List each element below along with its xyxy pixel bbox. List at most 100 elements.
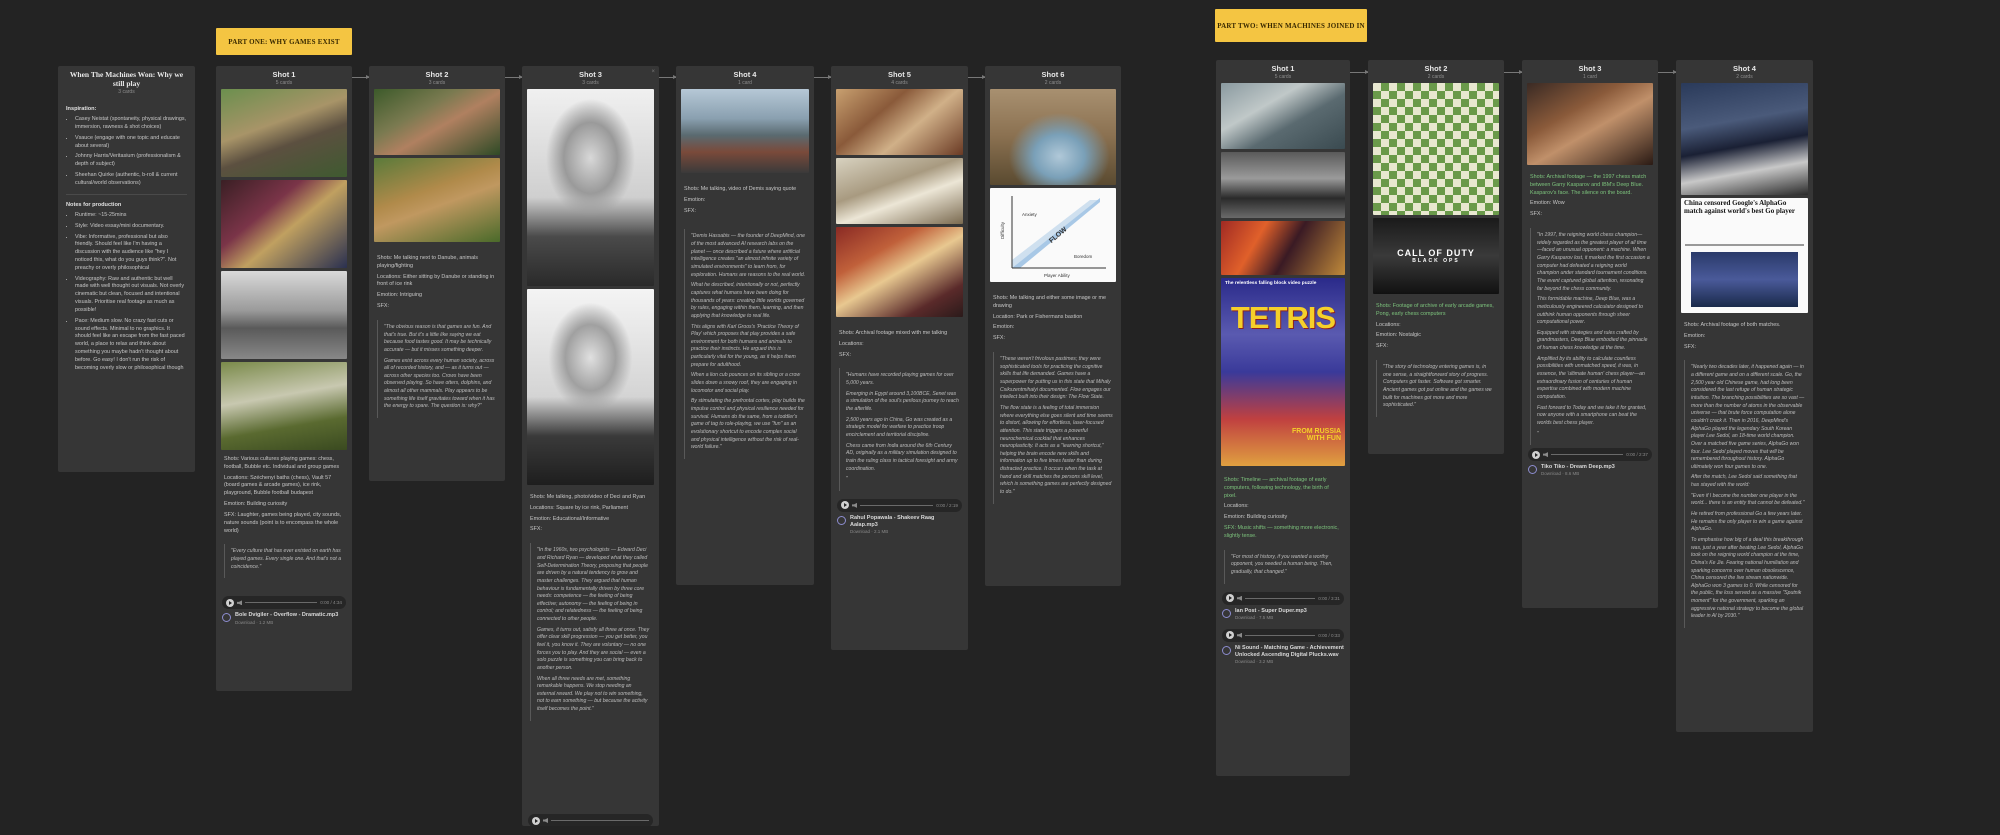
audio-seekbar[interactable] (245, 602, 318, 604)
volume-icon[interactable] (852, 502, 857, 508)
script-quote: "In 1997, the reigning world chess champ… (1530, 228, 1650, 446)
intro-title: When The Machines Won: Why we still play (69, 70, 184, 88)
audio-player[interactable]: 0:00 / 3:31 (1222, 591, 1344, 605)
photo-chess-board-pixel[interactable] (1373, 83, 1499, 215)
audio-seekbar[interactable] (1245, 634, 1316, 636)
photo-football[interactable] (221, 271, 347, 359)
shots-text: Shots: Various cultures playing games: c… (224, 456, 340, 470)
photo-old-men-chess[interactable] (1221, 83, 1345, 149)
photo-arcade-machines[interactable] (1221, 221, 1345, 275)
flow-chart-image[interactable]: Anxiety FLOW Boredom Player Ability Diff… (990, 188, 1116, 282)
audio-file[interactable]: Ian Post - Super Duper.mp3 Download · 7.5… (1222, 608, 1344, 621)
play-icon[interactable] (226, 598, 234, 607)
script-paragraph: "In 1997, the reigning world chess champ… (1537, 232, 1650, 292)
shot-title: Shot 2 (425, 70, 449, 79)
audio-file[interactable]: Rahul Popawala - Shakeev Raag Aalap.mp3 D… (837, 515, 962, 535)
group-label-part-one[interactable]: PART ONE: WHY GAMES EXIST (216, 28, 352, 55)
script-paragraph: "For most of history, if you wanted a wo… (1231, 553, 1333, 576)
photo-indian-chess-painting[interactable] (836, 227, 963, 317)
shot-card-p1-4[interactable]: Shot 41 card Shots: Me talking, video of… (676, 66, 814, 585)
shot-card-p2-3[interactable]: Shot 31 card Shots: Archival footage — t… (1522, 60, 1658, 608)
shot-card-p1-3[interactable]: × Shot 33 cards Shots: Me talking, photo… (522, 66, 659, 826)
script-paragraph: The flow state is a feeling of total imm… (1000, 404, 1113, 496)
card-count: 2 cards (1044, 80, 1062, 86)
play-icon[interactable] (1226, 594, 1234, 603)
audio-file[interactable]: Ni Sound - Matching Game - Achievement U… (1222, 645, 1344, 665)
audio-time: 0:00 / 2:37 (1626, 452, 1648, 458)
emotion-text: Emotion: Intriguing (377, 292, 422, 299)
emotion-text: Emotion: Building curiosity (1224, 514, 1288, 521)
photo-lee-sedol[interactable] (1681, 83, 1808, 195)
photo-richard-ryan[interactable] (527, 289, 654, 485)
photo-early-computer[interactable] (1221, 152, 1345, 218)
photo-alphago-article[interactable]: China censored Google's AlphaGo match ag… (1681, 198, 1808, 313)
audio-seekbar[interactable] (1245, 597, 1316, 599)
shot-title: Shot 4 (1733, 64, 1756, 73)
volume-icon[interactable] (237, 600, 242, 606)
photo-edward-deci[interactable] (527, 89, 654, 286)
play-icon[interactable] (841, 501, 849, 510)
audio-file-icon (1222, 645, 1231, 655)
file-meta[interactable]: Download · 2.1 MB (850, 529, 962, 535)
file-meta[interactable]: Download · 7.5 MB (1235, 615, 1307, 621)
file-meta[interactable]: Download · 8.6 MB (1541, 471, 1615, 477)
close-icon[interactable]: × (651, 69, 655, 75)
group-label-part-two[interactable]: PART TWO: WHEN MACHINES JOINED IN (1215, 9, 1367, 42)
sfx-text: SFX: (684, 207, 696, 214)
photo-demis-walking[interactable] (681, 89, 809, 173)
shot-card-p1-5[interactable]: Shot 54 cards Shots: Archival footage mi… (831, 66, 968, 650)
script-quote: "In the 1960s, two psychologists — Edwar… (530, 543, 651, 721)
connector-arrow (968, 75, 986, 79)
audio-seekbar[interactable] (1551, 454, 1624, 456)
script-paragraph: "Even if I become the number one player … (1691, 492, 1805, 507)
photo-person-bench[interactable] (374, 89, 500, 155)
shot-card-p1-6[interactable]: Shot 62 cards Anxiety FLOW Boredom Playe… (985, 66, 1121, 586)
photo-animals-playing[interactable] (374, 158, 500, 242)
shot-card-p1-2[interactable]: Shot 23 cards Shots: Me talking next to … (369, 66, 505, 481)
connector-arrow (1350, 70, 1369, 74)
volume-icon[interactable] (1543, 452, 1548, 458)
photo-call-of-duty[interactable]: CALL OF DUTY BLACK OPS (1373, 218, 1499, 294)
audio-seekbar[interactable] (551, 820, 649, 821)
play-icon[interactable] (532, 816, 540, 825)
script-quote: "Every culture that has ever existed on … (224, 544, 344, 579)
intro-card[interactable]: When The Machines Won: Why we still play… (58, 66, 195, 472)
audio-player[interactable]: 0:00 / 2:37 (1528, 448, 1652, 462)
audio-player[interactable]: 0:00 / 4:34 (222, 596, 346, 610)
audio-file[interactable]: Tiko Tiko - Dream Deep.mp3 Download · 8.6… (1528, 464, 1652, 477)
audio-seekbar[interactable] (860, 504, 934, 506)
script-paragraph: This aligns with Karl Groos's 'Practice … (691, 323, 799, 368)
photo-chess-park[interactable] (221, 89, 347, 177)
photo-fishermans-bastion[interactable] (990, 89, 1116, 185)
audio-time: 0:00 / 3:31 (1318, 595, 1340, 601)
photo-kasparov-deep-blue[interactable] (1527, 83, 1653, 165)
file-meta[interactable]: Download · 3.2 MB (1235, 659, 1344, 665)
volume-icon[interactable] (1237, 595, 1242, 601)
shots-text: Shots: Archival footage mixed with me ta… (839, 330, 948, 336)
shot-title: Shot 3 (579, 70, 602, 79)
play-icon[interactable] (1532, 450, 1540, 459)
photo-egyptian-senet[interactable] (836, 89, 963, 155)
shot-card-p2-1[interactable]: Shot 15 cards The relentless falling blo… (1216, 60, 1350, 776)
file-meta[interactable]: Download · 1.2 MB (235, 620, 338, 626)
play-icon[interactable] (1226, 631, 1234, 640)
photo-board-game[interactable] (221, 180, 347, 268)
volume-icon[interactable] (1237, 632, 1242, 638)
script-paragraph: "Nearly two decades later, it happened a… (1691, 364, 1805, 470)
photo-chinese-go-painting[interactable] (836, 158, 963, 224)
shot-card-p2-4[interactable]: Shot 42 cards China censored Google's Al… (1676, 60, 1813, 732)
photo-bubble-football[interactable] (221, 362, 347, 450)
shot-card-p2-2[interactable]: Shot 22 cards CALL OF DUTY BLACK OPS Shot… (1368, 60, 1504, 454)
shot-card-p1-1[interactable]: Shot 15 cards Shots: Various cultures pl… (216, 66, 352, 691)
audio-file[interactable]: Bole Dvigiler - Overflow - Dramatic.mp3 D… (222, 612, 346, 625)
sfx-text: SFX: Laughter, games being played, city … (224, 511, 342, 534)
script-paragraph: "In the 1960s, two psychologists — Edwar… (537, 547, 648, 623)
poster-tetris[interactable]: The relentless falling block video puzzl… (1221, 278, 1345, 466)
inspiration-item: Casey Neistat (spontaneity, physical dra… (75, 116, 187, 132)
audio-player[interactable] (528, 814, 653, 826)
locations-text: Locations: Square by ice rink, Parliamen… (530, 504, 628, 511)
storyboard-canvas[interactable]: { "groups": { "part_one": "PART ONE: WHY… (0, 0, 2000, 835)
volume-icon[interactable] (543, 818, 548, 823)
audio-player[interactable]: 0:00 / 2:19 (837, 498, 962, 512)
audio-player[interactable]: 0:00 / 0:33 (1222, 628, 1344, 642)
